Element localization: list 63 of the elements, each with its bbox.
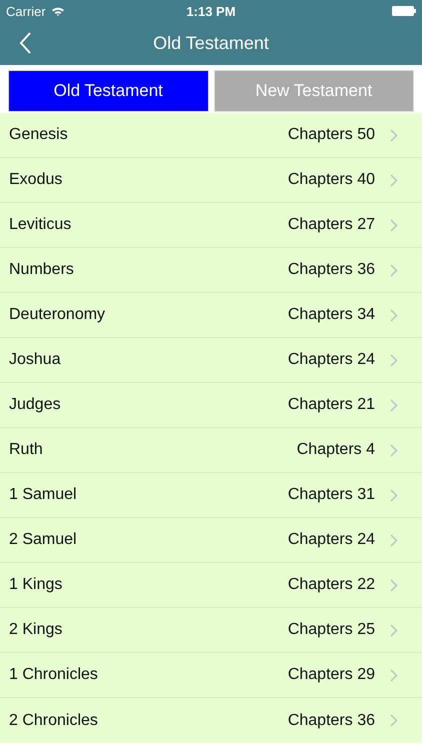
book-name: 1 Samuel xyxy=(9,486,78,504)
chevron-icon xyxy=(390,714,398,727)
chapter-count: Chapters 25 xyxy=(288,621,375,639)
book-row[interactable]: 1 Samuel Chapters 31 xyxy=(0,473,422,518)
book-name: Joshua xyxy=(9,351,62,369)
chevron-icon xyxy=(390,398,398,412)
wifi-icon xyxy=(50,6,65,16)
chevron-icon xyxy=(390,668,398,682)
chevron-icon xyxy=(390,128,398,142)
book-name: 2 Samuel xyxy=(9,531,78,549)
chevron-icon xyxy=(390,264,398,276)
chevron-icon xyxy=(390,444,398,456)
back-icon[interactable] xyxy=(19,32,32,54)
book-name: 1 Kings xyxy=(9,576,64,594)
carrier-label: Carrier xyxy=(6,4,46,18)
chevron-icon xyxy=(390,218,398,232)
chapter-count: Chapters 36 xyxy=(288,261,375,279)
chevron-icon xyxy=(390,354,398,366)
book-row[interactable]: Joshua Chapters 24 xyxy=(0,338,422,383)
book-row[interactable]: Judges Chapters 21 xyxy=(0,383,422,428)
chevron-icon xyxy=(390,578,398,592)
chapter-count: Chapters 36 xyxy=(288,712,375,730)
book-name: 1 Chronicles xyxy=(9,666,99,684)
book-name: Numbers xyxy=(9,261,75,279)
book-row[interactable]: Numbers Chapters 36 xyxy=(0,248,422,293)
book-row[interactable]: 2 Chronicles Chapters 36 xyxy=(0,698,422,743)
book-name: Genesis xyxy=(9,126,69,144)
chapter-count: Chapters 4 xyxy=(296,441,375,459)
book-name: Ruth xyxy=(9,441,44,459)
chevron-icon xyxy=(390,624,398,636)
book-name: Deuteronomy xyxy=(9,306,106,324)
book-row[interactable]: Leviticus Chapters 27 xyxy=(0,203,422,248)
chapter-count: Chapters 27 xyxy=(288,216,375,234)
chapter-count: Chapters 40 xyxy=(288,171,375,189)
chapter-count: Chapters 50 xyxy=(288,126,375,144)
chapter-count: Chapters 31 xyxy=(288,486,375,504)
book-row[interactable]: Deuteronomy Chapters 34 xyxy=(0,293,422,338)
chapter-count: Chapters 21 xyxy=(288,396,375,414)
chevron-icon xyxy=(390,308,398,322)
chapter-count: Chapters 29 xyxy=(288,666,375,684)
book-name: 2 Chronicles xyxy=(9,712,99,730)
chapter-count: Chapters 34 xyxy=(288,306,375,324)
chevron-icon xyxy=(390,534,398,546)
chapter-count: Chapters 24 xyxy=(288,351,375,369)
book-row[interactable]: Genesis Chapters 50 xyxy=(0,113,422,158)
status-time: 1:13 PM xyxy=(186,4,236,18)
book-row[interactable]: 2 Kings Chapters 25 xyxy=(0,608,422,653)
book-row[interactable]: 1 Chronicles Chapters 29 xyxy=(0,653,422,698)
book-name: Exodus xyxy=(9,171,64,189)
testament-tab[interactable]: Old Testament xyxy=(8,70,208,112)
book-row[interactable]: Exodus Chapters 40 xyxy=(0,158,422,203)
chapter-count: Chapters 22 xyxy=(288,576,375,594)
battery-icon xyxy=(392,6,416,16)
book-row[interactable]: Ruth Chapters 4 xyxy=(0,428,422,473)
chevron-icon xyxy=(390,488,398,502)
chapter-count: Chapters 24 xyxy=(288,531,375,549)
book-name: Leviticus xyxy=(9,216,72,234)
book-row[interactable]: 2 Samuel Chapters 24 xyxy=(0,518,422,563)
nav-title: Old Testament xyxy=(153,33,269,54)
book-name: Judges xyxy=(9,396,62,414)
book-name: 2 Kings xyxy=(9,621,64,639)
chevron-icon xyxy=(390,174,398,186)
book-row[interactable]: 1 Kings Chapters 22 xyxy=(0,563,422,608)
